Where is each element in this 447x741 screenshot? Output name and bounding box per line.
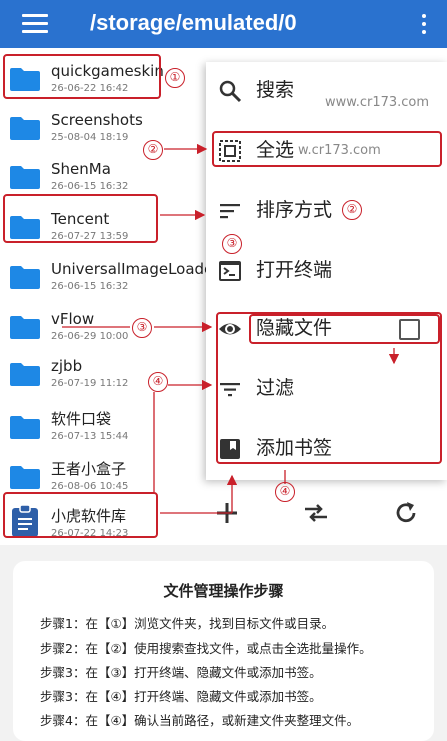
- file-row-universalimageloader[interactable]: UniversalImageLoade 26-06-15 16:32: [0, 253, 214, 302]
- step-line: 步骤3：在【③】打开终端、隐藏文件或添加书签。: [40, 665, 322, 680]
- hamburger-menu-icon[interactable]: [22, 14, 48, 34]
- annotation-number: ③: [132, 318, 152, 338]
- file-name: quickgameskin: [51, 62, 164, 80]
- file-date: 26-06-15 16:32: [51, 281, 129, 292]
- menu-item-hidden-files[interactable]: 隐藏文件: [206, 300, 447, 358]
- menu-label: 添加书签: [256, 437, 333, 459]
- menu-label: 过滤: [256, 377, 295, 399]
- folder-icon: [10, 68, 40, 91]
- file-row-king-box[interactable]: 王者小盒子 26-08-06 10:45: [0, 453, 210, 502]
- annotation-number: ③: [222, 234, 242, 254]
- terminal-icon: [219, 261, 241, 281]
- file-name: Tencent: [51, 210, 110, 228]
- file-date: 26-07-22 14:23: [51, 528, 129, 539]
- folder-icon: [10, 416, 40, 439]
- annotation-number: ①: [165, 68, 185, 88]
- file-name: Screenshots: [51, 111, 143, 129]
- folder-icon: [10, 216, 40, 239]
- filter-icon: [220, 383, 240, 397]
- folder-icon: [10, 266, 40, 289]
- menu-item-add-bookmark[interactable]: 添加书签: [206, 420, 447, 478]
- file-name: 王者小盒子: [51, 460, 127, 478]
- menu-item-search[interactable]: 搜索 www.cr173.com: [206, 62, 447, 120]
- menu-item-open-terminal[interactable]: 打开终端: [206, 242, 447, 300]
- bookmark-icon: [220, 439, 240, 459]
- file-date: 26-07-13 15:44: [51, 431, 129, 442]
- menu-label: 隐藏文件: [256, 317, 333, 339]
- menu-item-sort[interactable]: 排序方式: [206, 182, 447, 240]
- sort-icon: [220, 204, 240, 219]
- file-date: 26-07-19 11:12: [51, 378, 129, 389]
- file-date: 26-06-29 10:00: [51, 331, 129, 342]
- plus-icon[interactable]: [212, 498, 242, 528]
- instructions-card: 文件管理操作步骤 步骤1：在【①】浏览文件夹，找到目标文件或目录。 步骤2：在【…: [13, 561, 434, 741]
- menu-item-select-all[interactable]: 全选 w.cr173.com: [206, 122, 447, 180]
- step-line: 步骤1：在【①】浏览文件夹，找到目标文件或目录。: [40, 616, 335, 631]
- menu-label: 搜索: [256, 79, 295, 101]
- search-icon: [219, 80, 242, 103]
- more-vertical-icon[interactable]: [420, 12, 428, 36]
- file-name: 软件口袋: [51, 410, 112, 428]
- overflow-menu: 搜索 www.cr173.com 全选 w.cr173.com 排序方式 打开终…: [206, 62, 447, 480]
- file-row-software-pocket[interactable]: 软件口袋 26-07-13 15:44: [0, 403, 210, 452]
- file-name: 小虎软件库: [51, 507, 127, 525]
- file-name: UniversalImageLoade: [51, 260, 214, 278]
- step-line: 步骤4：在【④】确认当前路径，或新建文件夹整理文件。: [40, 713, 360, 728]
- folder-icon: [10, 316, 40, 339]
- annotation-number: ②: [143, 140, 163, 160]
- watermark-text: www.cr173.com: [325, 95, 430, 110]
- file-row-screenshots[interactable]: Screenshots 25-08-04 18:19: [0, 104, 210, 153]
- swap-arrows-icon[interactable]: [301, 498, 331, 528]
- annotation-number: ④: [275, 482, 295, 502]
- clipboard-icon: [12, 505, 38, 537]
- file-row-shenma[interactable]: ShenMa 26-06-15 16:32: [0, 153, 210, 202]
- hidden-files-checkbox[interactable]: [399, 319, 420, 340]
- folder-icon: [10, 466, 40, 489]
- annotation-number: ④: [148, 372, 168, 392]
- file-row-zjbb[interactable]: zjbb 26-07-19 11:12: [0, 350, 210, 399]
- menu-label: 排序方式: [256, 199, 333, 221]
- menu-label: 打开终端: [256, 259, 333, 281]
- folder-icon: [10, 363, 40, 386]
- file-date: 26-06-15 16:32: [51, 181, 129, 192]
- folder-icon: [10, 166, 40, 189]
- file-row-tiger-software[interactable]: 小虎软件库 26-07-22 14:23: [0, 496, 210, 545]
- watermark-text: w.cr173.com: [298, 143, 381, 158]
- file-date: 25-08-04 18:19: [51, 132, 129, 143]
- menu-label: 全选: [256, 139, 295, 161]
- step-line: 步骤3：在【④】打开终端、隐藏文件或添加书签。: [40, 689, 322, 704]
- path-title: /storage/emulated/0: [90, 10, 297, 35]
- eye-icon: [219, 323, 241, 335]
- file-date: 26-07-27 13:59: [51, 231, 129, 242]
- refresh-icon[interactable]: [391, 498, 421, 528]
- annotation-number: ②: [342, 200, 362, 220]
- file-date: 26-06-22 16:42: [51, 83, 129, 94]
- step-line: 步骤2：在【②】使用搜索查找文件，或点击全选批量操作。: [40, 641, 372, 656]
- folder-icon: [10, 117, 40, 140]
- app-bar: /storage/emulated/0: [0, 0, 447, 48]
- file-name: zjbb: [51, 357, 83, 375]
- select-all-icon: [219, 140, 241, 162]
- file-name: ShenMa: [51, 160, 111, 178]
- file-row-tencent[interactable]: Tencent 26-07-27 13:59: [0, 203, 210, 252]
- menu-item-filter[interactable]: 过滤: [206, 360, 447, 418]
- file-name: vFlow: [51, 310, 95, 328]
- file-date: 26-08-06 10:45: [51, 481, 129, 492]
- file-row-vflow[interactable]: vFlow 26-06-29 10:00: [0, 303, 210, 352]
- instructions-title: 文件管理操作步骤: [163, 582, 284, 600]
